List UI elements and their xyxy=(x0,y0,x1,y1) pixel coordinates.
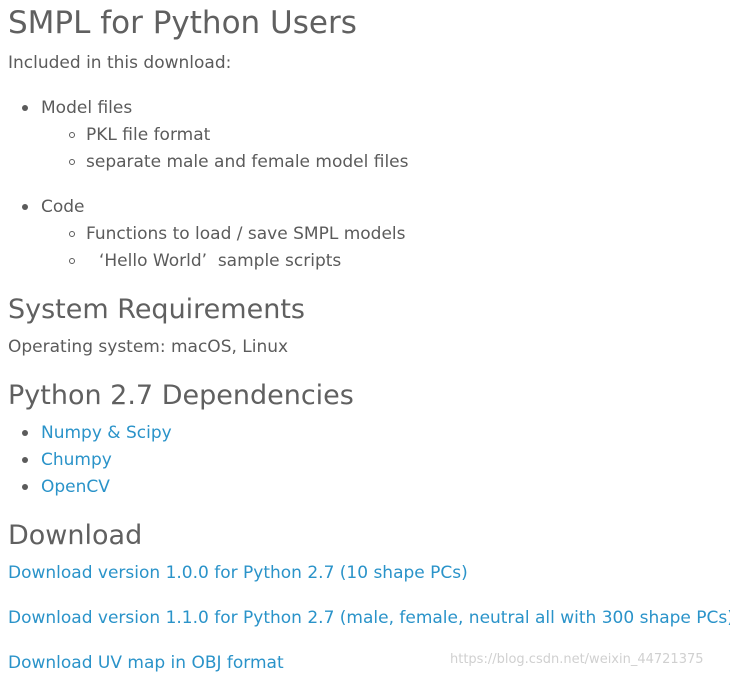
bullet-icon xyxy=(22,457,28,463)
list-item-label: Code xyxy=(41,197,85,217)
watermark-text: https://blog.csdn.net/weixin_44721375 xyxy=(450,652,704,667)
list-item-label: Model files xyxy=(41,98,133,118)
numpy-scipy-link[interactable]: Numpy & Scipy xyxy=(41,422,172,444)
download-v1-1-0-link[interactable]: Download version 1.1.0 for Python 2.7 (m… xyxy=(8,607,730,629)
bullet-icon xyxy=(22,105,28,111)
system-requirements-heading: System Requirements xyxy=(8,294,305,325)
sublist-item-functions: Functions to load / save SMPL models xyxy=(69,223,405,245)
bullet-icon xyxy=(22,430,28,436)
page-title: SMPL for Python Users xyxy=(8,5,357,41)
circle-bullet-icon xyxy=(69,159,75,165)
list-item-code: Code xyxy=(22,196,85,218)
opencv-link[interactable]: OpenCV xyxy=(41,476,110,498)
dependencies-heading: Python 2.7 Dependencies xyxy=(8,380,354,411)
download-heading: Download xyxy=(8,520,143,551)
sublist-item-label: ‘Hello World’ sample scripts xyxy=(99,251,342,271)
bullet-icon xyxy=(22,204,28,210)
list-item-model-files: Model files xyxy=(22,97,132,119)
dependency-item-numpy: Numpy & Scipy xyxy=(22,422,172,444)
circle-bullet-icon xyxy=(69,132,75,138)
circle-bullet-icon xyxy=(69,258,75,264)
sublist-item-label: PKL file format xyxy=(86,125,211,145)
sublist-item-hello-world: ‘Hello World’ sample scripts xyxy=(69,250,341,272)
sublist-item-label: separate male and female model files xyxy=(86,152,409,172)
circle-bullet-icon xyxy=(69,231,75,237)
system-requirements-text: Operating system: macOS, Linux xyxy=(8,337,289,357)
sublist-item-separate-models: separate male and female model files xyxy=(69,151,409,173)
download-uv-map-link[interactable]: Download UV map in OBJ format xyxy=(8,652,284,674)
bullet-icon xyxy=(22,484,28,490)
sublist-item-pkl: PKL file format xyxy=(69,124,210,146)
download-v1-0-0-link[interactable]: Download version 1.0.0 for Python 2.7 (1… xyxy=(8,562,468,584)
sublist-item-label: Functions to load / save SMPL models xyxy=(86,224,406,244)
chumpy-link[interactable]: Chumpy xyxy=(41,449,112,471)
intro-text: Included in this download: xyxy=(8,53,232,73)
dependency-item-opencv: OpenCV xyxy=(22,476,110,498)
dependency-item-chumpy: Chumpy xyxy=(22,449,112,471)
